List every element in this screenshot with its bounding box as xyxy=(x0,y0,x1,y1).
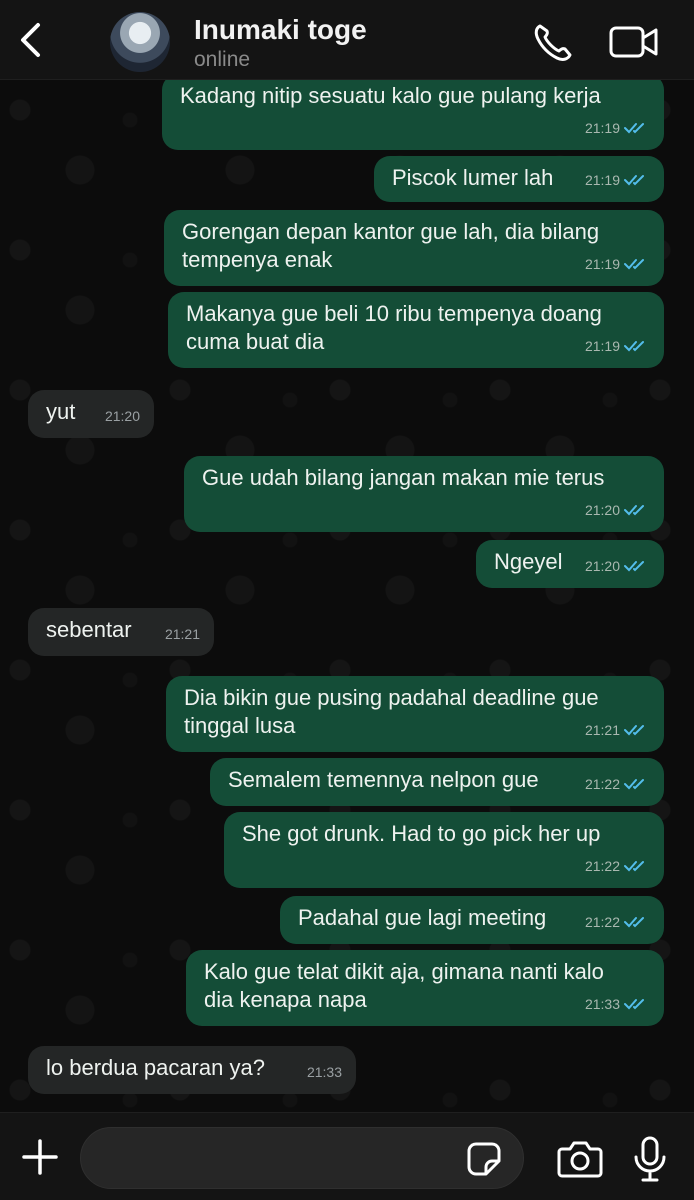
message-text: She got drunk. Had to go pick her up xyxy=(242,821,601,846)
message-time: 21:20 xyxy=(584,558,620,574)
read-receipt-icon xyxy=(624,175,644,186)
read-receipt-icon xyxy=(624,561,644,572)
chevron-left-icon xyxy=(21,23,40,57)
message-time: 21:33 xyxy=(584,996,620,1012)
plus-icon xyxy=(22,1139,58,1175)
message-text: lo berdua pacaran ya? xyxy=(46,1055,265,1080)
message-bubble-out[interactable]: Padahal gue lagi meeting 21:22 xyxy=(280,896,664,944)
message-meta: 21:33 xyxy=(585,990,650,1018)
message-bubble-out[interactable]: Kalo gue telat dikit aja, gimana nanti k… xyxy=(186,950,664,1026)
read-receipt-icon xyxy=(624,123,644,134)
message-meta: 21:20 xyxy=(105,402,140,430)
read-receipt-icon xyxy=(624,861,644,872)
camera-button[interactable] xyxy=(556,1139,604,1179)
message-time: 21:21 xyxy=(584,722,620,738)
avatar[interactable] xyxy=(110,12,170,72)
message-time: 21:20 xyxy=(584,502,620,518)
message-bubble-in[interactable]: yut 21:20 xyxy=(28,390,154,438)
message-time: 21:20 xyxy=(104,408,140,424)
video-camera-icon xyxy=(609,26,658,58)
message-bubble-out[interactable]: Piscok lumer lah 21:19 xyxy=(374,156,664,202)
read-receipt-icon xyxy=(624,259,644,270)
message-meta: 21:22 xyxy=(585,770,650,798)
contact-name[interactable]: Inumaki toge xyxy=(194,14,367,46)
read-receipt-icon xyxy=(624,917,644,928)
message-text: Kadang nitip sesuatu kalo gue pulang ker… xyxy=(180,83,601,108)
read-receipt-icon xyxy=(624,725,644,736)
phone-icon xyxy=(534,24,572,61)
read-receipt-icon xyxy=(624,999,644,1010)
attach-button[interactable] xyxy=(20,1137,60,1177)
read-receipt-icon xyxy=(624,341,644,352)
message-meta: 21:22 xyxy=(585,852,650,880)
message-meta: 21:19 xyxy=(585,166,650,194)
message-bubble-out[interactable]: Gorengan depan kantor gue lah, dia bilan… xyxy=(164,210,664,286)
sticker-button[interactable] xyxy=(466,1141,502,1177)
message-time: 21:19 xyxy=(584,172,620,188)
message-text: Gorengan depan kantor gue lah, dia bilan… xyxy=(182,219,600,272)
message-meta: 21:20 xyxy=(585,552,650,580)
message-time: 21:19 xyxy=(584,256,620,272)
message-time: 21:22 xyxy=(584,858,620,874)
message-bubble-out[interactable]: Makanya gue beli 10 ribu tempenya doang … xyxy=(168,292,664,368)
message-meta: 21:21 xyxy=(585,716,650,744)
message-bubble-out[interactable]: Dia bikin gue pusing padahal deadline gu… xyxy=(166,676,664,752)
message-meta: 21:21 xyxy=(165,620,200,648)
message-composer xyxy=(0,1112,694,1200)
message-meta: 21:19 xyxy=(585,332,650,360)
sticker-icon xyxy=(467,1142,501,1176)
message-time: 21:22 xyxy=(584,776,620,792)
chat-messages[interactable]: Kadang nitip sesuatu kalo gue pulang ker… xyxy=(0,80,694,1112)
message-bubble-out[interactable]: Ngeyel 21:20 xyxy=(476,540,664,588)
message-text: Makanya gue beli 10 ribu tempenya doang … xyxy=(186,301,602,354)
read-receipt-icon xyxy=(624,505,644,516)
contact-status: online xyxy=(194,48,251,71)
message-bubble-in[interactable]: sebentar 21:21 xyxy=(28,608,214,656)
read-receipt-icon xyxy=(624,779,644,790)
message-meta: 21:20 xyxy=(585,496,650,524)
voice-record-button[interactable] xyxy=(632,1135,668,1183)
message-time: 21:22 xyxy=(584,914,620,930)
message-input[interactable] xyxy=(80,1127,524,1189)
chat-header: Inumaki toge online xyxy=(0,0,694,80)
message-meta: 21:19 xyxy=(585,114,650,142)
message-bubble-out[interactable]: Semalem temennya nelpon gue 21:22 xyxy=(210,758,664,806)
message-text: Gue udah bilang jangan makan mie terus xyxy=(202,465,605,490)
camera-icon xyxy=(557,1141,603,1178)
call-button[interactable] xyxy=(530,20,576,64)
message-bubble-in[interactable]: lo berdua pacaran ya? 21:33 xyxy=(28,1046,356,1094)
message-meta: 21:19 xyxy=(585,250,650,278)
message-time: 21:19 xyxy=(584,338,620,354)
message-bubble-out[interactable]: Kadang nitip sesuatu kalo gue pulang ker… xyxy=(162,80,664,150)
message-text: Kalo gue telat dikit aja, gimana nanti k… xyxy=(204,959,604,1012)
message-bubble-out[interactable]: Gue udah bilang jangan makan mie terus 2… xyxy=(184,456,664,532)
message-meta: 21:22 xyxy=(585,908,650,936)
message-time: 21:21 xyxy=(164,626,200,642)
microphone-icon xyxy=(634,1136,666,1182)
message-time: 21:19 xyxy=(584,120,620,136)
video-call-button[interactable] xyxy=(608,22,660,62)
message-time: 21:33 xyxy=(306,1064,342,1080)
back-button[interactable] xyxy=(12,20,48,60)
message-text: Dia bikin gue pusing padahal deadline gu… xyxy=(184,685,599,738)
message-bubble-out[interactable]: She got drunk. Had to go pick her up 21:… xyxy=(224,812,664,888)
message-meta: 21:33 xyxy=(307,1058,342,1086)
